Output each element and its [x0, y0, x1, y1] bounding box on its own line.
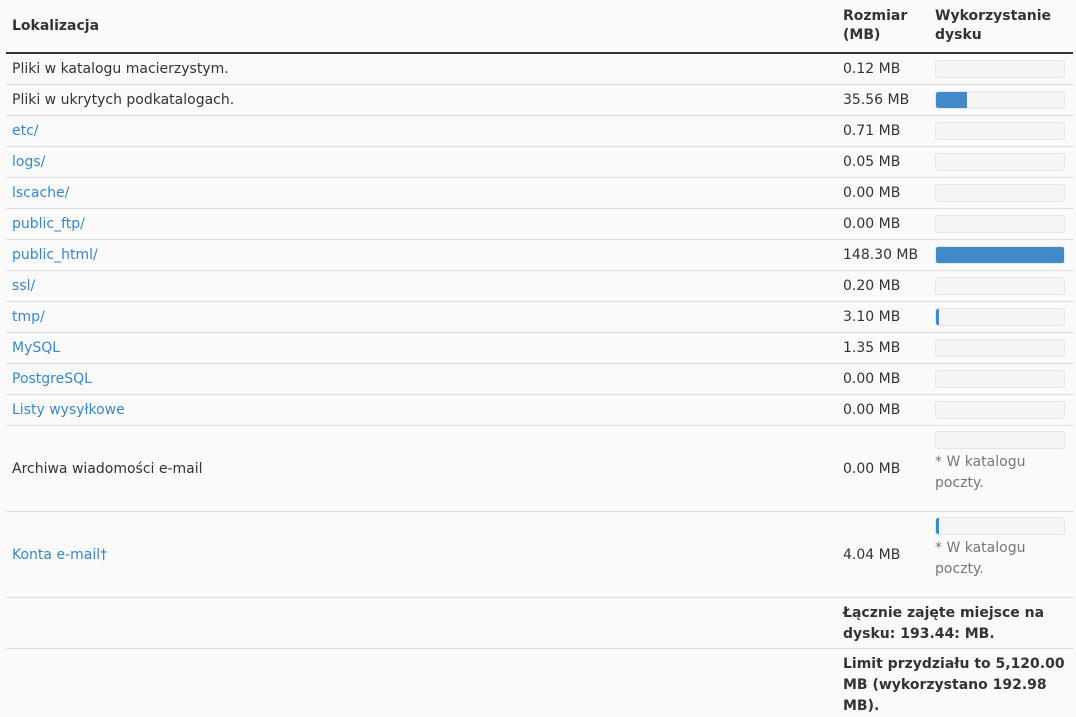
header-usage: Wykorzystanie dysku — [935, 8, 1052, 43]
mail-directory-note: * W katalogu poczty. — [935, 454, 1026, 491]
size-value: 0.20 MB — [843, 278, 901, 294]
usage-bar — [935, 215, 1065, 233]
location-link[interactable]: lscache/ — [12, 185, 69, 201]
usage-bar — [935, 339, 1065, 357]
location-link[interactable]: PostgreSQL — [12, 371, 92, 387]
quota-limit-text: Limit przydziału to 5,120.00 MB (wykorzy… — [843, 656, 1065, 714]
usage-bar — [935, 153, 1065, 171]
mail-directory-note: * W katalogu poczty. — [935, 540, 1026, 577]
location-link[interactable]: Listy wysyłkowe — [12, 402, 125, 418]
table-row: logs/0.05 MB — [6, 147, 1073, 178]
location-link[interactable]: logs/ — [12, 154, 45, 170]
table-header: Lokalizacja Rozmiar (MB) Wykorzystanie d… — [6, 0, 1073, 54]
table-row: PostgreSQL 0.00 MB — [6, 364, 1073, 395]
size-value: 35.56 MB — [843, 92, 910, 108]
usage-bar — [935, 60, 1065, 78]
table-row: Archiwa wiadomości e-mail 0.00 MB * W kata… — [6, 426, 1073, 512]
table-row: ssl/0.20 MB — [6, 271, 1073, 302]
location-link[interactable]: public_ftp/ — [12, 216, 85, 232]
table-row: Pliki w ukrytych podkatalogach. 35.56 MB — [6, 85, 1073, 116]
usage-bar-fill — [936, 309, 940, 325]
size-value: 0.71 MB — [843, 123, 901, 139]
usage-bar — [935, 517, 1065, 535]
usage-bar — [935, 246, 1065, 264]
disk-usage-table: Lokalizacja Rozmiar (MB) Wykorzystanie d… — [6, 0, 1073, 714]
location-link[interactable]: MySQL — [12, 340, 60, 356]
size-value: 1.35 MB — [843, 340, 901, 356]
size-value: 3.10 MB — [843, 309, 901, 325]
table-row: MySQL 1.35 MB — [6, 333, 1073, 364]
location-label: Archiwa wiadomości e-mail — [12, 460, 203, 477]
table-row: public_ftp/0.00 MB — [6, 209, 1073, 240]
usage-bar-fill — [936, 518, 940, 534]
quota-row: Limit przydziału to 5,120.00 MB (wykorzy… — [6, 649, 1073, 714]
size-value: 0.00 MB — [843, 216, 901, 232]
size-value: 0.00 MB — [843, 402, 901, 418]
table-row: tmp/3.10 MB — [6, 302, 1073, 333]
table-row: Pliki w katalogu macierzystym. 0.12 MB — [6, 54, 1073, 85]
usage-bar-fill — [936, 92, 967, 108]
size-value: 0.00 MB — [843, 371, 901, 387]
location-label: Pliki w ukrytych podkatalogach. — [12, 92, 235, 108]
usage-bar-fill — [936, 247, 1064, 263]
header-location[interactable]: Lokalizacja — [6, 0, 837, 52]
total-row: Łącznie zajęte miejsce na dysku: 193.44:… — [6, 598, 1073, 649]
total-usage-text: Łącznie zajęte miejsce na dysku: 193.44:… — [843, 605, 1045, 642]
size-value: 148.30 MB — [843, 247, 919, 263]
table-row: Listy wysyłkowe 0.00 MB — [6, 395, 1073, 426]
usage-bar — [935, 91, 1065, 109]
location-label: Pliki w katalogu macierzystym. — [12, 61, 229, 77]
usage-bar — [935, 277, 1065, 295]
header-size[interactable]: Rozmiar (MB) — [837, 0, 929, 52]
size-value: 0.00 MB — [843, 185, 901, 201]
location-link[interactable]: ssl/ — [12, 278, 35, 294]
table-row: public_html/148.30 MB — [6, 240, 1073, 271]
location-link[interactable]: etc/ — [12, 123, 39, 139]
usage-bar — [935, 370, 1065, 388]
usage-bar — [935, 431, 1065, 449]
usage-bar — [935, 184, 1065, 202]
table-row: etc/0.71 MB — [6, 116, 1073, 147]
location-link[interactable]: tmp/ — [12, 309, 45, 325]
location-link[interactable]: public_html/ — [12, 247, 98, 263]
size-value: 0.05 MB — [843, 154, 901, 170]
size-value: 0.00 MB — [843, 460, 901, 477]
size-value: 0.12 MB — [843, 61, 901, 77]
usage-bar — [935, 401, 1065, 419]
usage-bar — [935, 122, 1065, 140]
location-link[interactable]: Konta e-mail† — [12, 547, 107, 563]
table-row: Konta e-mail† 4.04 MB * W katalogu poczty. — [6, 512, 1073, 598]
size-value: 4.04 MB — [843, 546, 901, 563]
table-row: lscache/0.00 MB — [6, 178, 1073, 209]
usage-bar — [935, 308, 1065, 326]
